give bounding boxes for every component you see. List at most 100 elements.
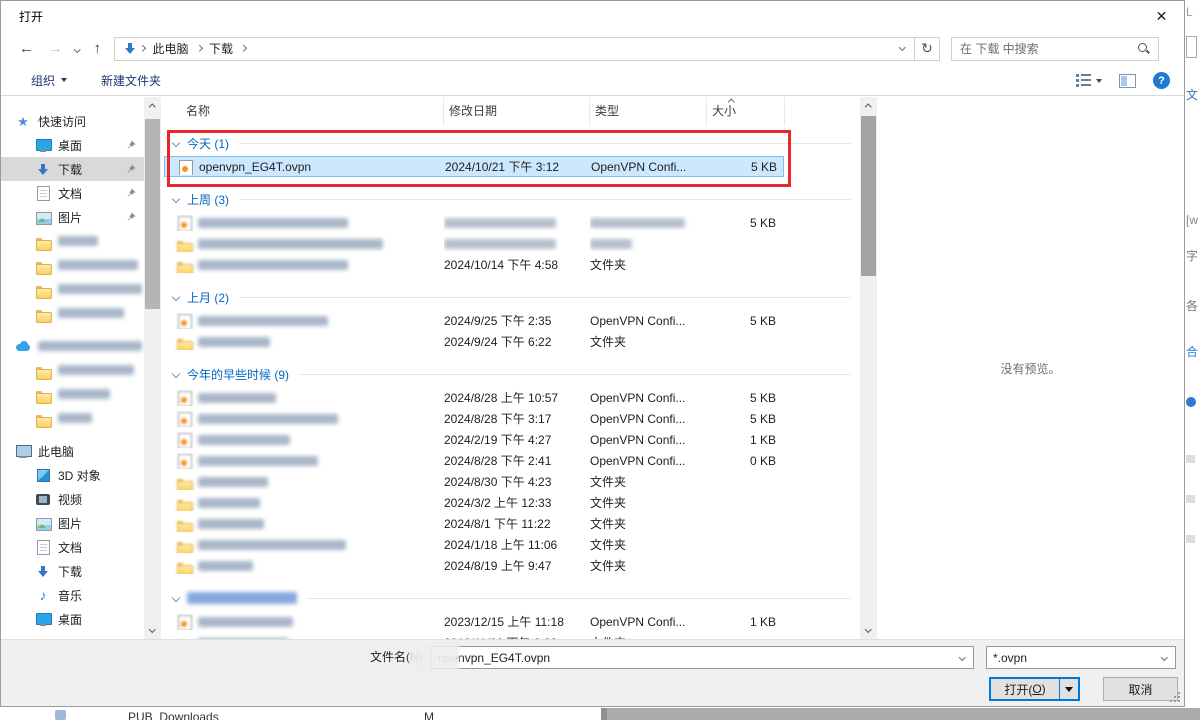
sidebar-item-quick-access[interactable]: 快速访问 (1, 109, 144, 133)
folder-icon (35, 362, 51, 378)
file-row[interactable]: 2024/8/19 上午 9:47文件夹 (164, 555, 784, 576)
sidebar-item-desktop[interactable]: 桌面 (1, 607, 144, 631)
filter-dropdown-chevron-icon[interactable] (1161, 654, 1167, 660)
file-row[interactable]: 2024/9/24 下午 6:22文件夹 (164, 331, 784, 352)
refresh-button[interactable]: ↻ (915, 37, 940, 61)
filename-dropdown-chevron-icon[interactable] (959, 654, 965, 660)
file-row-selected[interactable]: openvpn_EG4T.ovpn2024/10/21 下午 3:12OpenV… (164, 156, 784, 177)
help-button[interactable]: ? (1153, 72, 1170, 89)
column-header-date[interactable]: 修改日期 (444, 97, 590, 126)
breadcrumb-this-pc[interactable]: 此电脑 (147, 40, 195, 57)
search-box[interactable] (951, 37, 1159, 61)
sidebar-item-redacted-folder-2[interactable] (1, 253, 144, 277)
cancel-button[interactable]: 取消 (1103, 677, 1178, 701)
sidebar-item-documents-pinned[interactable]: 文档 (1, 181, 144, 205)
scrollbar-thumb[interactable] (145, 119, 160, 309)
file-name-cell (164, 432, 444, 448)
file-row[interactable]: 2024/8/30 下午 4:23文件夹 (164, 471, 784, 492)
file-date-cell: 2024/8/1 下午 11:22 (444, 515, 590, 532)
resize-grip[interactable] (1178, 700, 1180, 702)
pin-icon (126, 212, 136, 222)
redacted-text (58, 260, 138, 270)
address-dropdown-chevron-icon[interactable] (899, 44, 905, 50)
file-row[interactable]: 2024/8/28 下午 2:41OpenVPN Confi...0 KB (164, 450, 784, 471)
group-header[interactable]: 今年的早些时候 (9) (164, 361, 851, 387)
address-bar[interactable]: 此电脑 下载 (114, 37, 915, 61)
sidebar-item-this-pc[interactable]: 此电脑 (1, 439, 144, 463)
file-name-cell (164, 614, 444, 630)
filetype-filter-dropdown[interactable]: *.ovpn (986, 646, 1176, 669)
background-glyph-fragment (1186, 36, 1197, 58)
sidebar-item-documents[interactable]: 文档 (1, 535, 144, 559)
scroll-up-button[interactable] (860, 97, 877, 114)
column-header-type[interactable]: 类型 (590, 97, 707, 126)
preview-pane-toggle-button[interactable] (1119, 74, 1136, 88)
close-icon: ✕ (1156, 8, 1168, 25)
file-row[interactable] (164, 233, 784, 254)
column-header-name[interactable]: 名称 (164, 97, 444, 126)
file-row[interactable]: 2024/3/2 上午 12:33文件夹 (164, 492, 784, 513)
scrollbar-thumb[interactable] (861, 116, 876, 276)
column-header-size[interactable]: 大小 (707, 97, 785, 126)
sidebar-item-pictures-pinned[interactable]: 图片 (1, 205, 144, 229)
group-header[interactable]: 上周 (3) (164, 186, 851, 212)
sidebar-item-pictures[interactable]: 图片 (1, 511, 144, 535)
sidebar-item-downloads[interactable]: 下载 (1, 559, 144, 583)
sidebar-item-videos[interactable]: 视频 (1, 487, 144, 511)
background-file-icon (55, 710, 66, 720)
sidebar-item-redacted-folder-7[interactable] (1, 406, 144, 430)
group-header[interactable]: 上月 (2) (164, 284, 851, 310)
open-button[interactable]: 打开(O) (989, 677, 1080, 701)
scroll-down-button[interactable] (144, 622, 161, 639)
group-header[interactable]: 今天 (1) (164, 130, 851, 156)
sidebar-item-redacted-folder-5[interactable] (1, 358, 144, 382)
sidebar-item-music[interactable]: 音乐 (1, 583, 144, 607)
group-header-line (299, 374, 851, 375)
folder-icon (35, 233, 51, 249)
sidebar-item-downloads-pinned[interactable]: 下载 (1, 157, 144, 181)
recent-locations-chevron-icon[interactable] (74, 46, 80, 52)
sidebar-item-redacted-folder-3[interactable] (1, 277, 144, 301)
file-row[interactable]: 2019/11/20 下午 3:33文件夹 (164, 632, 784, 639)
close-button[interactable]: ✕ (1139, 1, 1184, 32)
new-folder-button[interactable]: 新建文件夹 (101, 72, 161, 89)
breadcrumb-downloads[interactable]: 下载 (203, 40, 239, 57)
file-row[interactable]: 2024/1/18 上午 11:06文件夹 (164, 534, 784, 555)
back-button[interactable]: ← (19, 41, 34, 56)
scroll-down-button[interactable] (860, 622, 877, 639)
file-row[interactable]: 2024/8/1 下午 11:22文件夹 (164, 513, 784, 534)
file-name: openvpn_EG4T.ovpn (199, 160, 311, 174)
scroll-up-button[interactable] (144, 97, 161, 114)
sidebar-item-3d-objects[interactable]: 3D 对象 (1, 463, 144, 487)
details-view-icon (1076, 74, 1091, 87)
sidebar-item-redacted-folder-6[interactable] (1, 382, 144, 406)
organize-button[interactable]: 组织 (31, 72, 67, 89)
sidebar-item-desktop-pinned[interactable]: 桌面 (1, 133, 144, 157)
file-row[interactable]: 2024/2/19 下午 4:27OpenVPN Confi...1 KB (164, 429, 784, 450)
group-header[interactable] (164, 585, 851, 611)
sidebar-scrollbar[interactable] (144, 97, 161, 639)
sidebar-item-redacted-cloud[interactable] (1, 334, 144, 358)
file-list-scrollbar[interactable] (860, 97, 877, 639)
file-row[interactable]: 2024/8/28 下午 3:17OpenVPN Confi...5 KB (164, 408, 784, 429)
sidebar-item-redacted-folder-4[interactable] (1, 301, 144, 325)
file-row[interactable]: 2024/8/28 上午 10:57OpenVPN Confi...5 KB (164, 387, 784, 408)
file-date: 2024/8/1 下午 11:22 (444, 517, 551, 531)
file-size-cell: 5 KB (707, 412, 784, 426)
group-collapse-chevron-icon (172, 370, 180, 378)
sidebar-item-label: 视频 (58, 491, 82, 508)
file-row[interactable]: 2023/12/15 上午 11:18OpenVPN Confi...1 KB (164, 611, 784, 632)
file-row[interactable]: 2024/10/14 下午 4:58文件夹 (164, 254, 784, 275)
up-icon: ↑ (94, 40, 102, 57)
file-row[interactable]: 5 KB (164, 212, 784, 233)
up-button[interactable]: ↑ (94, 41, 102, 56)
file-row[interactable]: 2024/9/25 下午 2:35OpenVPN Confi...5 KB (164, 310, 784, 331)
forward-button[interactable]: → (48, 41, 63, 56)
search-input[interactable] (960, 42, 1137, 56)
pin-icon (126, 164, 136, 174)
filename-input[interactable]: openvpn_EG4T.ovpn (431, 646, 974, 669)
change-view-button[interactable] (1076, 74, 1102, 87)
sidebar-item-redacted-folder-1[interactable] (1, 229, 144, 253)
open-split-arrow[interactable] (1059, 679, 1078, 699)
file-type-cell: 文件夹 (590, 557, 707, 574)
